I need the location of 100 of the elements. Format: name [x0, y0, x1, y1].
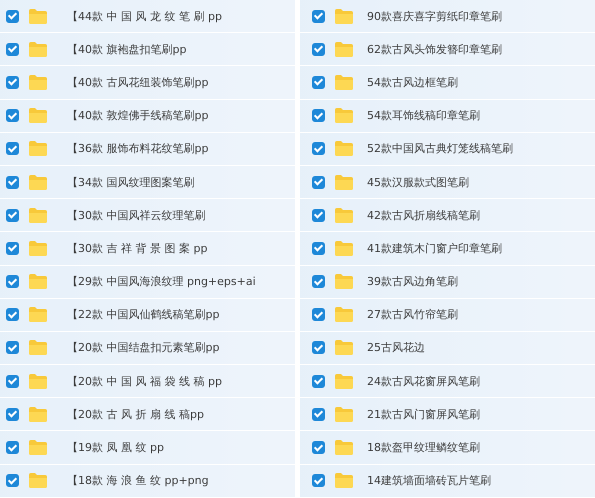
file-row[interactable]: 【22款 中国风仙鹤线稿笔刷pp	[0, 298, 295, 332]
folder-icon	[29, 240, 47, 256]
checkbox[interactable]	[6, 374, 19, 388]
checkbox[interactable]	[6, 474, 19, 488]
file-row[interactable]: 45款汉服款式图笔刷	[300, 166, 595, 200]
checkbox[interactable]	[312, 142, 325, 156]
checkbox[interactable]	[6, 109, 19, 122]
folder-name: 【20款 中 国 风 福 袋 线 稿 pp	[67, 374, 222, 389]
folder-name: 【44款 中 国 风 龙 纹 笔 刷 pp	[67, 8, 222, 24]
file-row[interactable]: 52款中国风古典灯笼线稿笔刷	[300, 132, 595, 166]
checkbox[interactable]	[312, 10, 325, 23]
file-row[interactable]: 24款古风花窗屏风笔刷	[300, 365, 595, 398]
file-row[interactable]: 【29款 中国风海浪纹理 png+eps+ai	[0, 266, 295, 299]
folder-icon	[335, 141, 353, 156]
file-row[interactable]: 41款建筑木门窗户印章笔刷	[300, 232, 595, 266]
checkbox[interactable]	[312, 408, 325, 421]
checkbox[interactable]	[312, 242, 325, 255]
file-row[interactable]: 【40款 敦煌佛手线稿笔刷pp	[0, 100, 295, 133]
checkbox[interactable]	[6, 76, 19, 89]
checkbox[interactable]	[312, 474, 325, 488]
file-row[interactable]: 54款耳饰线稿印章笔刷	[300, 100, 595, 133]
folder-name: 42款古风折扇线稿笔刷	[367, 208, 480, 223]
file-row[interactable]: 27款古风竹帘笔刷	[300, 298, 595, 332]
folder-icon	[335, 307, 353, 322]
folder-name: 54款耳饰线稿印章笔刷	[367, 108, 480, 124]
checkbox[interactable]	[6, 208, 19, 222]
folder-name: 【30款 吉 祥 背 景 图 案 pp	[67, 240, 208, 256]
file-row[interactable]: 18款盔甲纹理鳞纹笔刷	[300, 431, 595, 465]
folder-icon	[335, 340, 353, 356]
checkbox[interactable]	[312, 208, 325, 222]
checkbox[interactable]	[6, 42, 19, 56]
folder-icon	[29, 108, 47, 124]
file-row[interactable]: 【18款 海 浪 鱼 纹 pp+png	[0, 464, 295, 498]
file-row[interactable]: 54款古风边框笔刷	[300, 66, 595, 100]
checkbox[interactable]	[312, 441, 325, 454]
checkbox[interactable]	[312, 176, 325, 189]
file-row[interactable]: 【40款 旗袍盘扣笔刷pp	[0, 33, 295, 66]
folder-name: 25古风花边	[367, 340, 425, 356]
file-row[interactable]: 【34款 国风纹理图案笔刷	[0, 166, 295, 200]
folder-icon	[335, 208, 353, 223]
checkbox[interactable]	[312, 275, 325, 288]
folder-name: 27款古风竹帘笔刷	[367, 307, 458, 322]
file-row[interactable]: 90款喜庆喜字剪纸印章笔刷	[300, 0, 595, 34]
folder-icon	[335, 74, 353, 90]
checkbox[interactable]	[6, 176, 19, 189]
file-row[interactable]: 25古风花边	[300, 332, 595, 366]
folder-icon	[335, 8, 353, 24]
file-row[interactable]: 21款古风门窗屏风笔刷	[300, 398, 595, 432]
folder-name: 【36款 服饰布料花纹笔刷pp	[67, 141, 208, 156]
folder-icon	[335, 42, 353, 57]
folder-name: 【34款 国风纹理图案笔刷	[67, 174, 194, 190]
checkbox[interactable]	[312, 76, 325, 89]
folder-icon	[29, 406, 47, 422]
folder-name: 【40款 旗袍盘扣笔刷pp	[67, 42, 186, 57]
folder-name: 【20款 古 风 折 扇 线 稿pp	[67, 406, 204, 422]
file-row[interactable]: 【20款 中 国 风 福 袋 线 稿 pp	[0, 365, 295, 398]
folder-name: 54款古风边框笔刷	[367, 74, 458, 90]
folder-icon	[335, 473, 353, 488]
file-row[interactable]: 14建筑墙面墙砖瓦片笔刷	[300, 464, 595, 498]
checkbox[interactable]	[6, 308, 19, 322]
folder-icon	[335, 108, 353, 124]
folder-name: 41款建筑木门窗户印章笔刷	[367, 240, 502, 256]
file-row[interactable]: 【44款 中 国 风 龙 纹 笔 刷 pp	[0, 0, 295, 34]
checkbox[interactable]	[6, 142, 19, 156]
file-row[interactable]: 【20款 古 风 折 扇 线 稿pp	[0, 398, 295, 432]
checkbox[interactable]	[312, 42, 325, 56]
folder-name: 39款古风边角笔刷	[367, 274, 458, 290]
folder-icon	[29, 374, 47, 389]
checkbox[interactable]	[6, 10, 19, 23]
checkbox[interactable]	[6, 408, 19, 421]
checkbox[interactable]	[6, 242, 19, 255]
checkbox[interactable]	[312, 308, 325, 322]
file-row[interactable]: 42款古风折扇线稿笔刷	[300, 199, 595, 232]
folder-icon	[335, 240, 353, 256]
folder-name: 52款中国风古典灯笼线稿笔刷	[367, 141, 513, 156]
file-row[interactable]: 39款古风边角笔刷	[300, 266, 595, 299]
checkbox[interactable]	[312, 341, 325, 354]
checkbox[interactable]	[312, 374, 325, 388]
file-row[interactable]: 【19款 凤 凰 纹 pp	[0, 431, 295, 465]
file-row[interactable]: 【30款 吉 祥 背 景 图 案 pp	[0, 232, 295, 266]
folder-icon	[29, 141, 47, 156]
checkbox[interactable]	[6, 441, 19, 454]
folder-icon	[29, 42, 47, 57]
folder-name: 【30款 中国风祥云纹理笔刷	[67, 208, 206, 223]
checkbox[interactable]	[6, 341, 19, 354]
checkbox[interactable]	[6, 275, 19, 288]
checkbox[interactable]	[312, 109, 325, 122]
folder-icon	[29, 208, 47, 223]
folder-icon	[29, 174, 47, 190]
folder-icon	[29, 307, 47, 322]
file-row[interactable]: 【40款 古风花纽装饰笔刷pp	[0, 66, 295, 100]
file-row[interactable]: 62款古风头饰发簪印章笔刷	[300, 33, 595, 66]
file-row[interactable]: 【30款 中国风祥云纹理笔刷	[0, 199, 295, 232]
folder-name: 90款喜庆喜字剪纸印章笔刷	[367, 8, 502, 24]
file-row[interactable]: 【36款 服饰布料花纹笔刷pp	[0, 132, 295, 166]
folder-name: 【18款 海 浪 鱼 纹 pp+png	[67, 473, 209, 488]
folder-name: 24款古风花窗屏风笔刷	[367, 374, 480, 389]
file-row[interactable]: 【20款 中国结盘扣元素笔刷pp	[0, 332, 295, 366]
folder-name: 【20款 中国结盘扣元素笔刷pp	[67, 340, 220, 356]
folder-name: 18款盔甲纹理鳞纹笔刷	[367, 440, 480, 456]
